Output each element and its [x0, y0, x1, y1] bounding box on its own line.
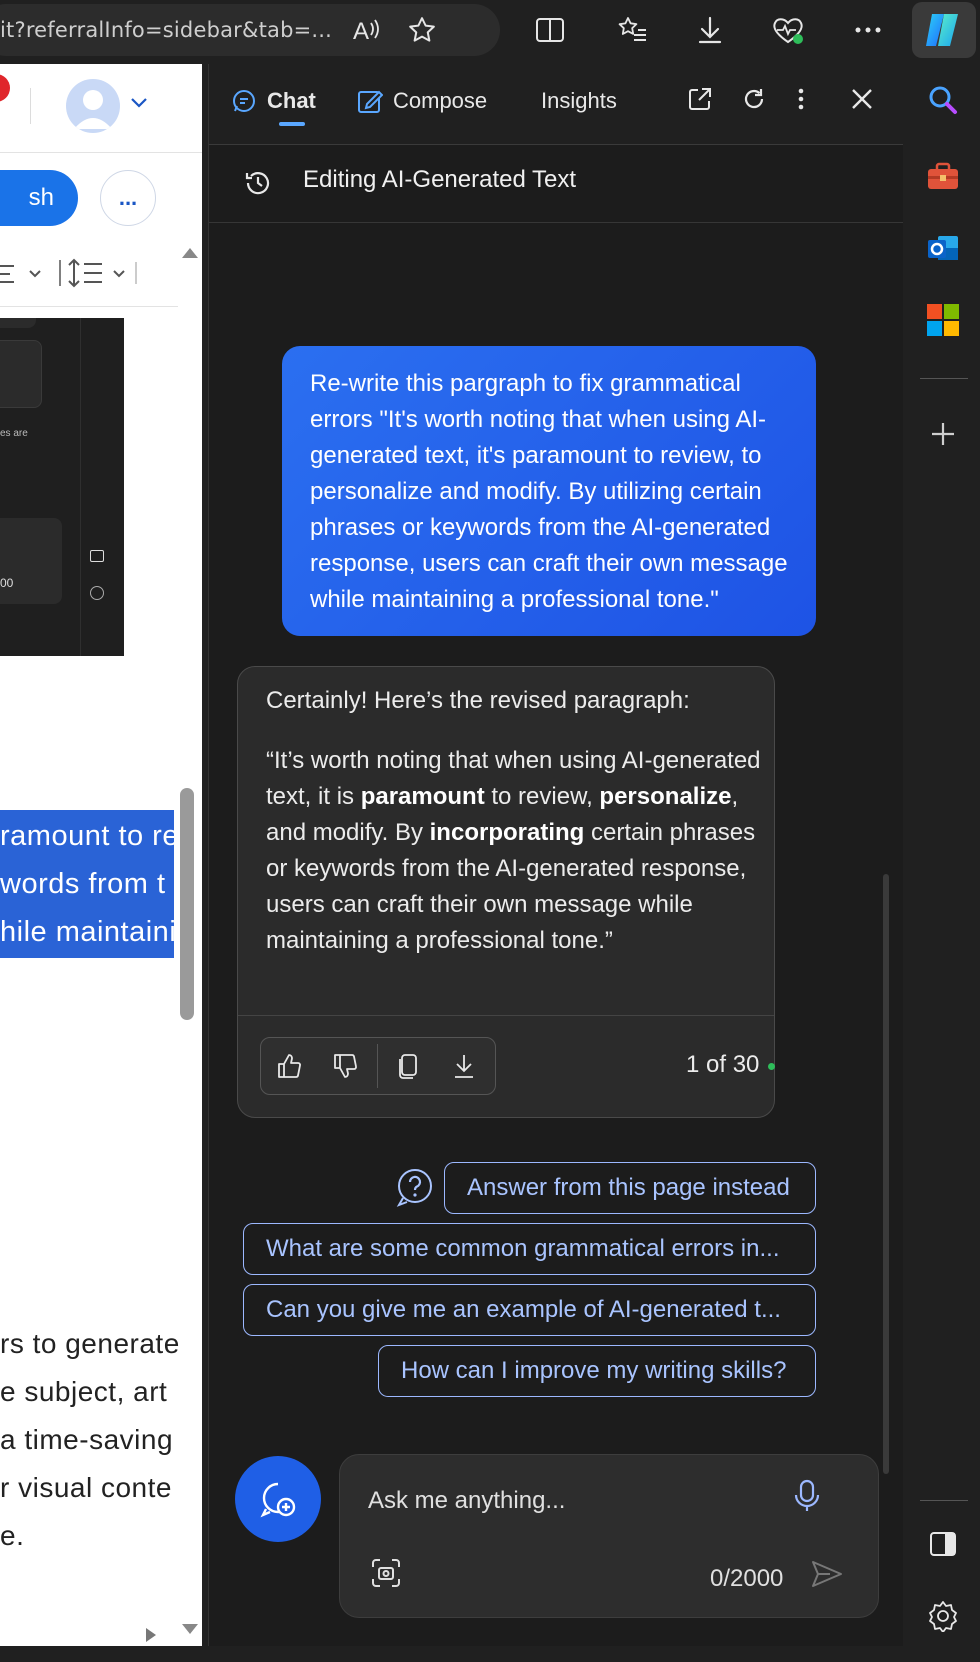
compose-icon: [358, 90, 383, 113]
open-new-tab-icon[interactable]: [687, 86, 713, 117]
more-options-icon[interactable]: [797, 86, 805, 117]
tab-compose[interactable]: Compose: [357, 88, 487, 114]
sidebar-toggle-icon[interactable]: [921, 1522, 965, 1566]
status-dot: [768, 1063, 775, 1070]
browser-essentials-icon[interactable]: [766, 8, 810, 52]
download-icon[interactable]: [688, 8, 732, 52]
response-actions: [260, 1037, 496, 1095]
favorite-star-icon[interactable]: [400, 8, 444, 52]
settings-icon[interactable]: [921, 1594, 965, 1638]
browser-toolbar: it?referralInfo=sidebar&tab=... A: [0, 0, 980, 64]
panel-tab-bar: Chat Compose Insights: [209, 64, 903, 145]
window-bottom-edge: [0, 1646, 980, 1662]
image-capture-icon[interactable]: [370, 1557, 402, 1594]
tools-icon[interactable]: [921, 154, 965, 198]
line-spacing-icon[interactable]: [58, 258, 138, 288]
export-icon[interactable]: [435, 1038, 493, 1094]
tab-insights[interactable]: Insights: [541, 88, 617, 114]
suggestion-chip[interactable]: Answer from this page instead: [444, 1162, 816, 1214]
user-message: Re-write this pargraph to fix grammatica…: [282, 346, 816, 636]
response-bold-word: personalize: [599, 783, 732, 810]
body-text-line: r visual conte: [0, 1472, 172, 1503]
chat-input-box[interactable]: Ask me anything... 0/2000: [339, 1454, 879, 1618]
add-icon[interactable]: [921, 412, 965, 456]
bot-response-paragraph: “It’s worth noting that when using AI-ge…: [266, 743, 764, 959]
embedded-text: 00: [0, 576, 14, 590]
suggestion-chip[interactable]: What are some common grammatical errors …: [243, 1223, 816, 1275]
selected-text-line: words from t: [0, 868, 166, 900]
more-options-button[interactable]: ...: [100, 170, 156, 226]
embedded-text: es are: [0, 428, 28, 439]
active-tab-indicator: [279, 122, 305, 126]
send-icon[interactable]: [810, 1559, 844, 1594]
response-text: to review,: [484, 783, 600, 810]
office-icon[interactable]: [921, 298, 965, 342]
divider: [30, 88, 31, 124]
chat-scrollbar[interactable]: [883, 874, 889, 1474]
conversation-title: Editing AI-Generated Text: [303, 166, 577, 193]
body-text-line: rs to generate: [0, 1328, 180, 1359]
more-icon[interactable]: [846, 8, 890, 52]
body-text-line: e.: [0, 1520, 25, 1551]
close-icon[interactable]: [849, 86, 875, 117]
editor-header: [0, 64, 202, 153]
svg-text:A: A: [353, 18, 369, 45]
character-count: 0/2000: [710, 1565, 784, 1592]
suggestion-chip[interactable]: How can I improve my writing skills?: [378, 1345, 816, 1397]
copilot-panel: Chat Compose Insights Editing AI-Generat…: [208, 64, 903, 1646]
read-aloud-icon[interactable]: A: [344, 8, 388, 52]
tab-chat-label: Chat: [267, 88, 316, 113]
search-icon[interactable]: [921, 78, 965, 122]
edge-sidebar: [906, 64, 980, 1646]
divider: [920, 378, 968, 379]
chevron-down-icon[interactable]: [130, 96, 148, 114]
response-bold-word: incorporating: [429, 819, 585, 846]
response-bold-word: paramount: [360, 783, 485, 810]
selected-text: ramount to re words from t hile maintain…: [0, 810, 178, 958]
selected-text-line: hile maintaini: [0, 916, 177, 948]
thumbs-down-icon[interactable]: [317, 1038, 375, 1094]
tab-compose-label: Compose: [393, 88, 488, 113]
body-text-line: e subject, art: [0, 1376, 168, 1407]
split-screen-icon[interactable]: [528, 8, 572, 52]
microphone-icon[interactable]: [792, 1479, 822, 1518]
underlying-web-page: sh ... es are 00 ramount to re words fro…: [0, 64, 202, 1646]
notification-badge: [0, 74, 10, 102]
tab-insights-label: Insights: [541, 88, 617, 113]
conversation-header: Editing AI-Generated Text: [209, 144, 903, 223]
thumbs-up-icon[interactable]: [261, 1038, 319, 1094]
bot-response-intro: Certainly! Here’s the revised paragraph:: [266, 687, 690, 714]
outlook-icon[interactable]: [921, 226, 965, 270]
address-bar[interactable]: it?referralInfo=sidebar&tab=... A: [0, 4, 500, 56]
format-toolbar: [0, 240, 178, 307]
response-counter: 1 of 30: [686, 1051, 760, 1078]
selected-text-line: ramount to re: [0, 820, 179, 852]
bot-response-card: Certainly! Here’s the revised paragraph:…: [237, 666, 775, 1118]
address-bar-url[interactable]: it?referralInfo=sidebar&tab=...: [0, 18, 332, 42]
tab-chat[interactable]: Chat: [231, 88, 316, 114]
favorites-icon[interactable]: [610, 8, 654, 52]
help-icon[interactable]: [395, 1168, 435, 1208]
history-icon[interactable]: [243, 168, 273, 203]
chat-icon: [233, 90, 255, 112]
page-scrollbar-thumb[interactable]: [180, 788, 194, 1020]
divider: [238, 1015, 774, 1016]
chat-input[interactable]: Ask me anything...: [368, 1487, 565, 1515]
new-topic-icon[interactable]: [235, 1456, 321, 1542]
avatar[interactable]: [66, 79, 120, 133]
copilot-icon[interactable]: [912, 2, 976, 58]
refresh-icon[interactable]: [741, 86, 767, 117]
scroll-right-arrow[interactable]: [146, 1628, 156, 1642]
embedded-screenshot: es are 00: [0, 318, 124, 656]
divider: [920, 1500, 968, 1501]
copy-icon[interactable]: [379, 1038, 437, 1094]
body-text-line: a time-saving: [0, 1424, 174, 1455]
align-icon[interactable]: [0, 262, 48, 286]
publish-button[interactable]: sh: [0, 170, 78, 226]
suggestion-chip[interactable]: Can you give me an example of AI-generat…: [243, 1284, 816, 1336]
